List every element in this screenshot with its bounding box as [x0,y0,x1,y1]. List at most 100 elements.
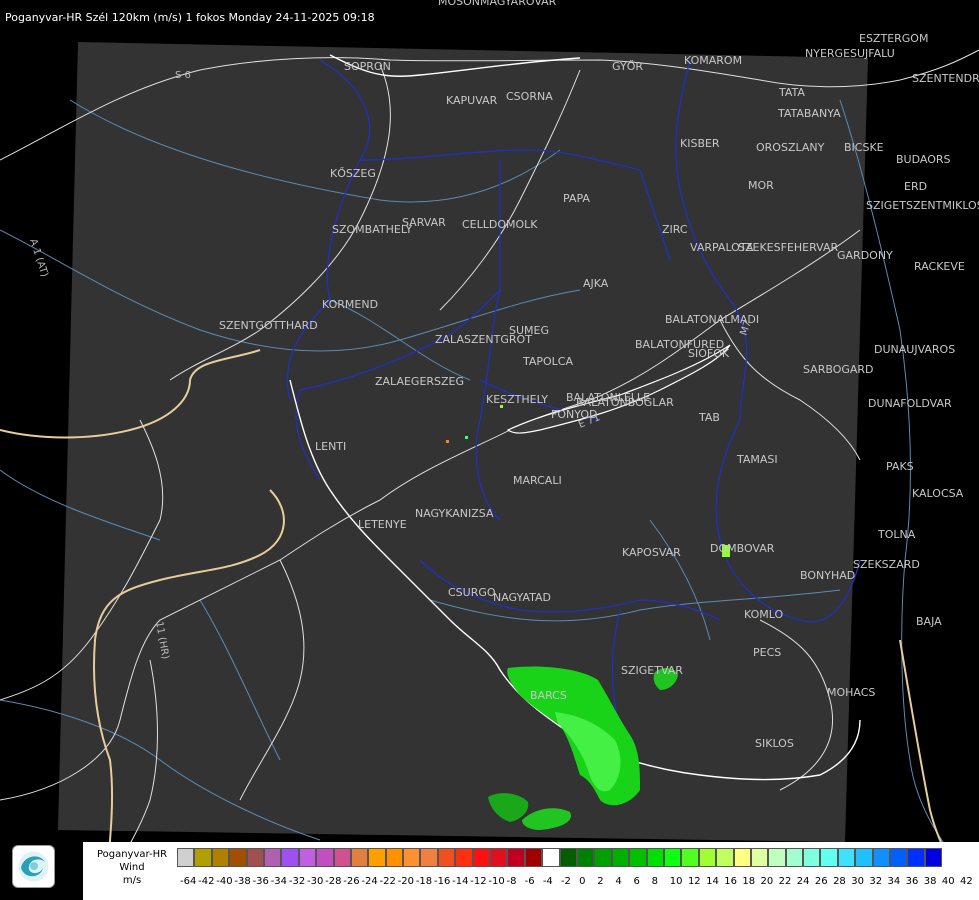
legend-tick-label: -8 [506,876,517,887]
town-label: LETENYE [358,518,407,531]
legend-tick-label: -26 [343,876,360,887]
road-label: S 6 [175,70,191,81]
legend-color-cell [420,848,438,867]
legend-tick-label: 26 [814,876,828,887]
road-label: A 1 (AT) [27,238,50,279]
radar-logo-icon [12,845,55,888]
legend-color-cell [907,848,925,867]
legend-tick-label: -16 [433,876,451,887]
legend-color-cell [437,848,456,867]
legend-tick-label: 2 [597,876,604,887]
town-label: SIOFOK [688,347,730,360]
town-label: BICSKE [844,141,884,154]
town-label: ZALAEGERSZEG [375,375,464,388]
legend-tick-label: 24 [796,876,810,887]
legend-tick-label: 36 [905,876,919,887]
legend-color-cell [229,848,247,867]
legend-tick-label: -40 [216,876,233,887]
legend-tick-label: -64 [180,876,197,887]
legend-tick-label: 42 [960,876,973,887]
legend-color-cell [524,848,543,867]
town-label: OROSZLANY [756,141,825,154]
legend-color-cell [316,848,334,867]
legend-color-cell [663,848,682,867]
legend-tick-labels: -64 -42 -40 -38 -36 -34 -32 -30 -28 -26 -24 -22 -20-… [180,876,978,887]
legend-color-cell [298,848,317,867]
town-label: NYERGESUJFALU [805,47,895,60]
legend-color-cell [733,848,751,867]
town-label: SZOMBATHELY [332,223,412,236]
legend-color-cell [924,848,943,867]
radar-coverage-area [58,42,868,842]
legend-color-cell [333,848,351,867]
legend-tick-label: -12 [470,876,487,887]
town-label: SZIGETVAR [621,664,683,677]
town-label: SZEKESFEHERVAR [738,241,839,254]
legend-color-cell [872,848,891,867]
town-label: GARDONY [837,249,893,262]
legend-color-cell [629,848,647,867]
legend-color-cell [559,848,577,867]
legend-tick-label: 32 [869,876,883,887]
legend-color-cell [890,848,908,867]
radar-map: MOSONMAGYAROVAR SOPRON KAPUVAR CSORNA GY… [0,0,979,900]
legend-color-cell [211,848,230,867]
legend-color-cell [646,848,664,867]
town-label: TOLNA [877,528,916,541]
town-label: KORMEND [322,298,378,311]
town-label: DUNAFOLDVAR [868,397,952,410]
legend-color-cell [698,848,717,867]
legend-tick-label: -42 [198,876,215,887]
legend-color-cell [368,848,386,867]
town-label: KOMAROM [684,54,742,67]
legend-tick-label: -14 [452,876,469,887]
town-label: RACKEVE [914,260,965,273]
legend-tick-label: 8 [651,876,659,887]
legend-tick-label: -22 [379,876,396,887]
legend-tick-label: 34 [887,876,901,887]
legend-tick-label: -10 [488,876,505,887]
town-label: AJKA [583,277,609,290]
town-label: SARBOGARD [803,363,874,376]
legend-tick-label: 10 [669,876,683,887]
legend-tick-label: 6 [633,876,640,887]
town-label: MOHACS [827,686,875,699]
town-label: ZALASZENTGROT [435,333,532,346]
legend-unit: m/s [122,875,142,886]
legend-color-cell [820,848,838,867]
legend-tick-label: -2 [560,876,571,887]
legend-tick-label: 28 [833,876,846,887]
town-label: NAGYATAD [493,591,551,604]
legend-color-scale [177,848,943,869]
legend-tick-label: 38 [923,876,937,887]
town-label: KŐSZEG [330,166,376,180]
legend-color-cell [611,848,630,867]
town-label: DOMBOVAR [710,542,775,555]
town-label: TAB [698,411,720,424]
town-label: TAPOLCA [522,355,573,368]
legend-color-cell [490,848,508,867]
town-label: BUDAORS [896,153,951,166]
legend-tick-label: 12 [687,876,701,887]
legend-tick-label: -18 [415,876,433,887]
legend-color-cell [263,848,282,867]
town-label: NAGYKANIZSA [415,507,494,520]
town-label: PAKS [886,460,914,473]
legend-tick-label: -34 [270,876,288,887]
town-label: KAPUVAR [446,94,498,107]
town-label: KAPOSVAR [622,546,681,559]
legend-color-cell [403,848,421,867]
town-label: KOMLO [744,608,783,621]
legend-color-cell [542,848,560,867]
legend-color-cell [507,848,525,867]
legend-tick-label: -32 [288,876,306,887]
town-label: SZENTENDRE [912,72,979,85]
legend-tick-label: -4 [542,876,553,887]
legend-radar-name: Poganyvar-HR [96,849,168,860]
town-label: BAJA [916,615,942,628]
town-label: CSURGO [448,586,496,599]
town-label: ZIRC [662,223,688,236]
legend-tick-label: -30 [306,876,324,887]
legend-color-cell [472,848,491,867]
legend-tick-label: 16 [724,876,737,887]
